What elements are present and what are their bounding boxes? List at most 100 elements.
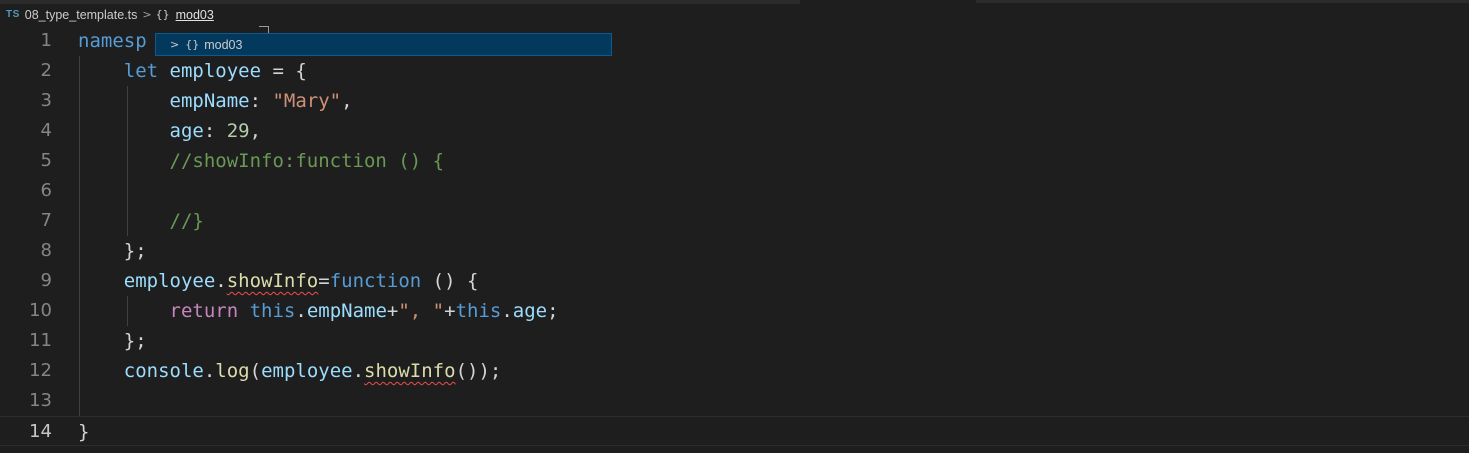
code-text: console.log(employee.showInfo()); bbox=[78, 356, 502, 386]
code-token: showInfo bbox=[364, 360, 456, 382]
editor-window: TS 08_type_template.ts > {} mod03 1 names… bbox=[0, 0, 1469, 453]
code-token: . bbox=[501, 300, 513, 322]
line-number: 13 bbox=[29, 390, 52, 411]
code-token: empName bbox=[306, 300, 387, 322]
code-token: , bbox=[341, 90, 353, 112]
chevron-right-icon: > bbox=[142, 8, 152, 21]
breadcrumb-namespace[interactable]: mod03 bbox=[176, 8, 214, 22]
code-line[interactable]: 3 empName: "Mary", bbox=[0, 86, 1469, 116]
code-token: }; bbox=[78, 330, 147, 352]
line-number: 2 bbox=[40, 60, 52, 81]
line-number: 6 bbox=[40, 180, 52, 201]
code-text: age: 29, bbox=[78, 116, 262, 146]
code-token: ; bbox=[547, 300, 559, 322]
code-text: employee.showInfo=function () { bbox=[78, 266, 479, 296]
code-token: //showInfo:function () { bbox=[169, 150, 445, 172]
code-token: this bbox=[249, 300, 296, 322]
code-token: empName bbox=[169, 90, 250, 112]
code-line[interactable]: 2 let employee = { bbox=[0, 56, 1469, 86]
breadcrumb-dropdown-item[interactable]: > {} mod03 bbox=[155, 33, 612, 56]
code-token: employee bbox=[169, 60, 262, 82]
code-token: = bbox=[318, 270, 330, 292]
code-token: . bbox=[352, 360, 365, 382]
breadcrumb: TS 08_type_template.ts > {} mod03 bbox=[0, 4, 1469, 25]
code-line[interactable]: 13 bbox=[0, 386, 1469, 416]
code-text: } bbox=[78, 417, 89, 447]
code-token: namesp bbox=[78, 30, 147, 52]
code-token: log bbox=[215, 360, 250, 382]
code-line[interactable]: 11 }; bbox=[0, 326, 1469, 356]
code-line[interactable]: 14} bbox=[0, 416, 1469, 446]
code-token: , bbox=[249, 120, 262, 142]
code-token: ", " bbox=[398, 300, 445, 322]
line-number: 12 bbox=[29, 360, 52, 381]
code-text: return this.empName+", "+this.age; bbox=[78, 296, 559, 326]
code-token: + bbox=[444, 300, 456, 322]
code-token: . bbox=[215, 270, 227, 292]
code-token: console bbox=[123, 360, 204, 382]
typescript-file-icon: TS bbox=[6, 9, 20, 20]
indent-guide bbox=[127, 86, 128, 236]
line-number: 5 bbox=[40, 150, 52, 171]
code-token: return bbox=[169, 300, 239, 322]
code-token: () { bbox=[421, 270, 479, 292]
code-line[interactable]: 6 bbox=[0, 176, 1469, 206]
indent-guide bbox=[79, 56, 80, 416]
code-token: function bbox=[329, 270, 422, 292]
code-line[interactable]: 9 employee.showInfo=function () { bbox=[0, 266, 1469, 296]
line-number: 1 bbox=[40, 30, 52, 51]
code-text: //} bbox=[78, 206, 204, 236]
code-text: empName: "Mary", bbox=[78, 86, 353, 116]
line-number: 3 bbox=[40, 90, 52, 111]
code-editor[interactable]: 1 namesp 2 let employee = {3 empName: "Mar… bbox=[0, 26, 1469, 453]
code-text: }; bbox=[78, 326, 147, 356]
line-number: 9 bbox=[40, 270, 52, 291]
chevron-right-icon: > bbox=[170, 38, 180, 51]
code-token: } bbox=[78, 421, 90, 443]
line-number: 11 bbox=[29, 330, 52, 351]
code-token: age bbox=[169, 120, 204, 142]
line-number: 8 bbox=[40, 240, 52, 261]
code-token: : bbox=[249, 90, 273, 112]
code-token: let bbox=[123, 60, 159, 82]
indent-guide bbox=[127, 296, 128, 326]
code-line[interactable]: 12 console.log(employee.showInfo()); bbox=[0, 356, 1469, 386]
code-line[interactable]: 10 return this.empName+", "+this.age; bbox=[0, 296, 1469, 326]
code-token: = { bbox=[261, 60, 307, 82]
breadcrumb-focus-marker bbox=[259, 26, 269, 33]
code-line[interactable]: 5 //showInfo:function () { bbox=[0, 146, 1469, 176]
code-text: namesp bbox=[78, 26, 147, 56]
code-token: age bbox=[512, 300, 548, 322]
code-token: employee bbox=[261, 360, 353, 382]
code-token: employee bbox=[123, 270, 216, 292]
dropdown-item-label: mod03 bbox=[204, 37, 243, 52]
code-token: . bbox=[203, 360, 216, 382]
code-token: 29 bbox=[226, 120, 250, 142]
code-token: ( bbox=[249, 360, 262, 382]
code-line[interactable]: 8 }; bbox=[0, 236, 1469, 266]
code-text: let employee = { bbox=[78, 56, 307, 86]
code-token: "Mary" bbox=[272, 90, 342, 112]
code-token: this bbox=[455, 300, 502, 322]
code-token: : bbox=[203, 120, 227, 142]
breadcrumb-file[interactable]: 08_type_template.ts bbox=[25, 8, 138, 22]
code-token: ()); bbox=[455, 360, 502, 382]
code-token: }; bbox=[78, 240, 147, 262]
namespace-icon: {} bbox=[155, 8, 170, 21]
line-number: 4 bbox=[40, 120, 52, 141]
code-line[interactable]: 4 age: 29, bbox=[0, 116, 1469, 146]
line-number: 7 bbox=[40, 210, 52, 231]
line-number: 14 bbox=[29, 421, 52, 442]
code-line[interactable]: 7 //} bbox=[0, 206, 1469, 236]
code-text: }; bbox=[78, 236, 147, 266]
